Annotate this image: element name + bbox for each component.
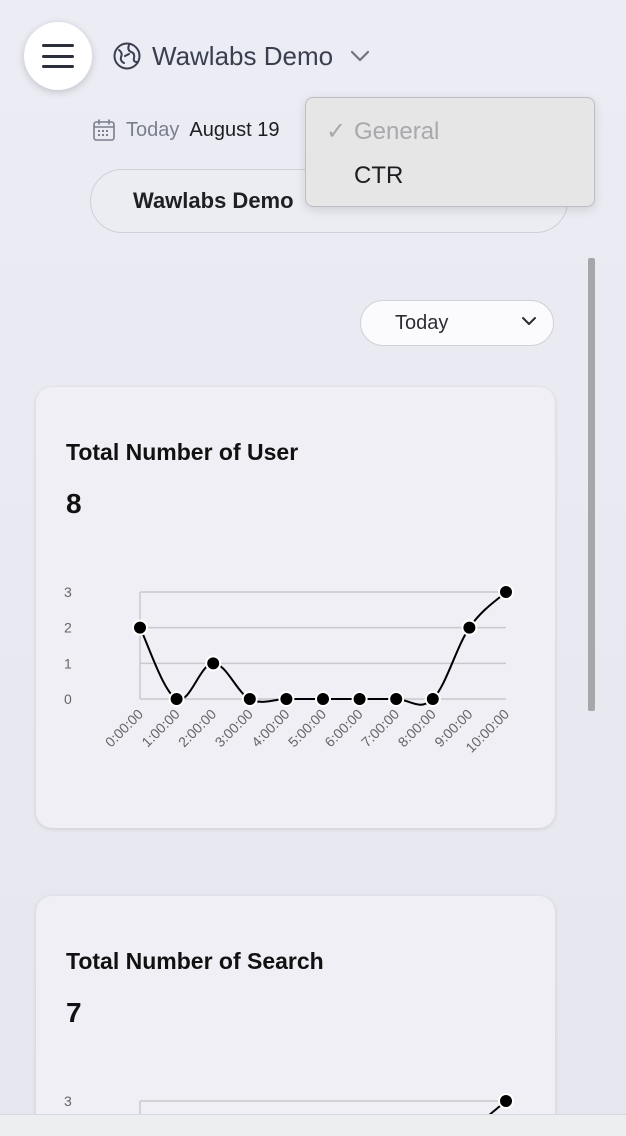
chevron-down-icon [350,50,370,62]
x-tick-label: 6:00:00 [321,706,365,750]
project-title: Wawlabs Demo [152,40,334,71]
data-point [461,619,478,636]
scrollbar[interactable] [588,258,595,711]
dashboard-page: Wawlabs Demo Today August 19 Wawlabs Dem… [0,0,626,1136]
data-point [132,619,148,636]
y-tick-label: 3 [64,584,72,600]
x-tick-label: 0:00:00 [102,706,146,750]
x-tick-label: 2:00:00 [175,706,219,750]
data-point [205,655,222,672]
dropdown-option-general[interactable]: ✓ General [306,110,594,154]
globe-icon [113,42,141,70]
calendar-icon [93,119,115,141]
project-switcher[interactable]: Wawlabs Demo [112,36,371,76]
series-line [139,591,507,706]
data-point [498,1093,514,1109]
data-point [498,584,514,600]
data-point [168,691,185,707]
date-value: August 19 [189,118,280,141]
users-line-chart: 0 1 2 3 0:00:001:00:002:00:003:00:004:00:005… [64,584,514,756]
x-tick-label: 4:00:00 [248,706,292,750]
dropdown-option-label: General [354,118,440,145]
dropdown-option-ctr[interactable]: CTR [306,154,594,198]
x-tick-label: 8:00:00 [395,706,439,750]
bottom-bar [0,1114,626,1136]
data-point [241,691,258,707]
x-tick-label: 7:00:00 [358,706,402,750]
data-point [424,691,441,707]
x-tick-label: 1:00:00 [138,706,182,750]
checkmark-icon: ✓ [326,118,347,145]
y-tick-label: 0 [64,691,72,707]
hamburger-menu-icon [42,44,74,68]
y-tick-label: 3 [64,1093,72,1109]
project-select-value: Wawlabs Demo [133,188,294,213]
searches-card: Total Number of Search 7 3 [36,896,555,1136]
menu-button[interactable] [24,22,92,90]
dropdown-option-label: CTR [354,162,404,189]
chevron-down-icon [522,317,536,325]
data-point [388,691,405,707]
date-display: Today August 19 [92,116,279,144]
users-card: Total Number of User 8 0 1 2 3 0:00:00 1:00:0… [36,387,555,828]
date-label: Today [126,118,180,141]
y-tick-label: 1 [64,655,72,671]
y-tick-label: 2 [64,620,72,636]
x-tick-label: 3:00:00 [212,706,256,750]
date-range-value: Today [395,311,449,334]
date-range-select[interactable]: Today [360,300,554,346]
view-dropdown-menu: ✓ General CTR [305,97,595,207]
searches-line-chart: 3 [64,1093,514,1136]
data-point [315,691,331,707]
data-point [351,691,368,707]
data-point [278,691,295,707]
x-tick-label: 5:00:00 [285,706,329,750]
